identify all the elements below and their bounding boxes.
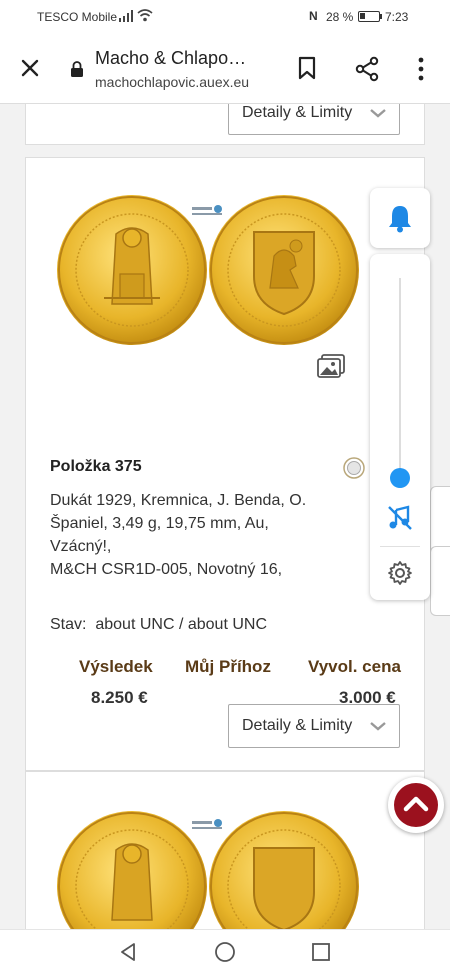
lot-description: Dukát 1929, Kremnica, J. Benda, O. Špani… bbox=[50, 489, 330, 581]
music-off-icon[interactable] bbox=[386, 504, 414, 532]
start-price-label: Vyvol. cena bbox=[308, 657, 401, 676]
battery-percent: 28 % bbox=[326, 10, 354, 24]
browser-toolbar: Macho & Chlapo… machochlapovic.auex.eu bbox=[0, 34, 450, 104]
signal-icon bbox=[119, 10, 133, 22]
gallery-icon[interactable] bbox=[316, 353, 346, 379]
scroll-top-circle bbox=[394, 783, 438, 827]
condition-label: Stav: bbox=[50, 616, 87, 633]
battery-tip bbox=[380, 14, 382, 19]
clock: 7:23 bbox=[385, 10, 409, 24]
lot-title: Položka 375 bbox=[50, 458, 142, 475]
macho-chlapovic-logo bbox=[192, 819, 222, 829]
bookmark-icon[interactable] bbox=[296, 56, 318, 80]
chevron-up-icon bbox=[403, 796, 429, 812]
close-icon[interactable] bbox=[18, 56, 42, 80]
description-line: M&CH CSR1D-005, Novotný 16, bbox=[50, 561, 283, 578]
coin-reverse-image[interactable] bbox=[208, 194, 360, 346]
lot-card: Položka 375 Dukát 1929, Kremnica, J. Ben… bbox=[25, 157, 425, 771]
coin-badge-icon bbox=[343, 457, 365, 479]
chevron-down-icon bbox=[370, 722, 386, 731]
detail-limits-button[interactable]: Detaily & Limity bbox=[228, 704, 400, 748]
coin-obverse-image[interactable] bbox=[56, 810, 208, 929]
description-line: Vzácný!, bbox=[50, 538, 112, 555]
result-label: Výsledek bbox=[79, 657, 153, 676]
description-line: Dukát 1929, Kremnica, J. Benda, O. bbox=[50, 492, 307, 509]
nfc-icon: N bbox=[309, 9, 318, 23]
screen: TESCO Mobile N 28 % 7:23 Macho & Chlapo…… bbox=[0, 0, 450, 975]
coin-reverse-image[interactable] bbox=[208, 810, 360, 929]
next-lot-card bbox=[25, 771, 425, 929]
divider bbox=[380, 546, 420, 547]
back-icon[interactable] bbox=[117, 941, 139, 963]
notification-button[interactable] bbox=[370, 188, 430, 248]
more-options-icon[interactable] bbox=[413, 56, 429, 82]
slider-track bbox=[399, 278, 401, 478]
lock-icon bbox=[71, 61, 83, 77]
share-icon[interactable] bbox=[354, 56, 380, 82]
coin-obverse-image[interactable] bbox=[56, 194, 208, 346]
description-line: Španiel, 3,49 g, 19,75 mm, Au, bbox=[50, 515, 269, 532]
previous-lot-card: Detaily & Limity bbox=[25, 104, 425, 145]
side-tab[interactable] bbox=[430, 546, 450, 616]
floating-control-panel bbox=[370, 254, 430, 600]
battery-icon bbox=[358, 11, 380, 22]
page-title: Macho & Chlapo… bbox=[95, 48, 247, 68]
gear-icon[interactable] bbox=[387, 560, 413, 586]
my-bid-label: Můj Příhoz bbox=[185, 657, 271, 676]
slider-handle[interactable] bbox=[390, 468, 410, 488]
lot-condition: Stav: about UNC / about UNC bbox=[50, 616, 267, 634]
recent-apps-icon[interactable] bbox=[310, 941, 332, 963]
system-navigation-bar bbox=[0, 929, 450, 975]
wifi-icon bbox=[137, 9, 153, 22]
detail-button-label: Detaily & Limity bbox=[242, 104, 353, 121]
detail-button-label: Detaily & Limity bbox=[242, 717, 353, 734]
carrier-name: TESCO Mobile bbox=[37, 10, 118, 24]
condition-value: about UNC / about UNC bbox=[95, 616, 267, 633]
macho-chlapovic-logo bbox=[192, 205, 222, 215]
previous-detail-button[interactable]: Detaily & Limity bbox=[228, 104, 400, 135]
page-url[interactable]: machochlapovic.auex.eu bbox=[95, 74, 249, 90]
result-value: 8.250 € bbox=[91, 688, 148, 707]
home-icon[interactable] bbox=[214, 941, 236, 963]
status-bar: TESCO Mobile N 28 % 7:23 bbox=[0, 0, 450, 34]
scroll-to-top-button[interactable] bbox=[388, 777, 444, 833]
bell-icon bbox=[389, 206, 411, 233]
chevron-down-icon bbox=[370, 109, 386, 118]
